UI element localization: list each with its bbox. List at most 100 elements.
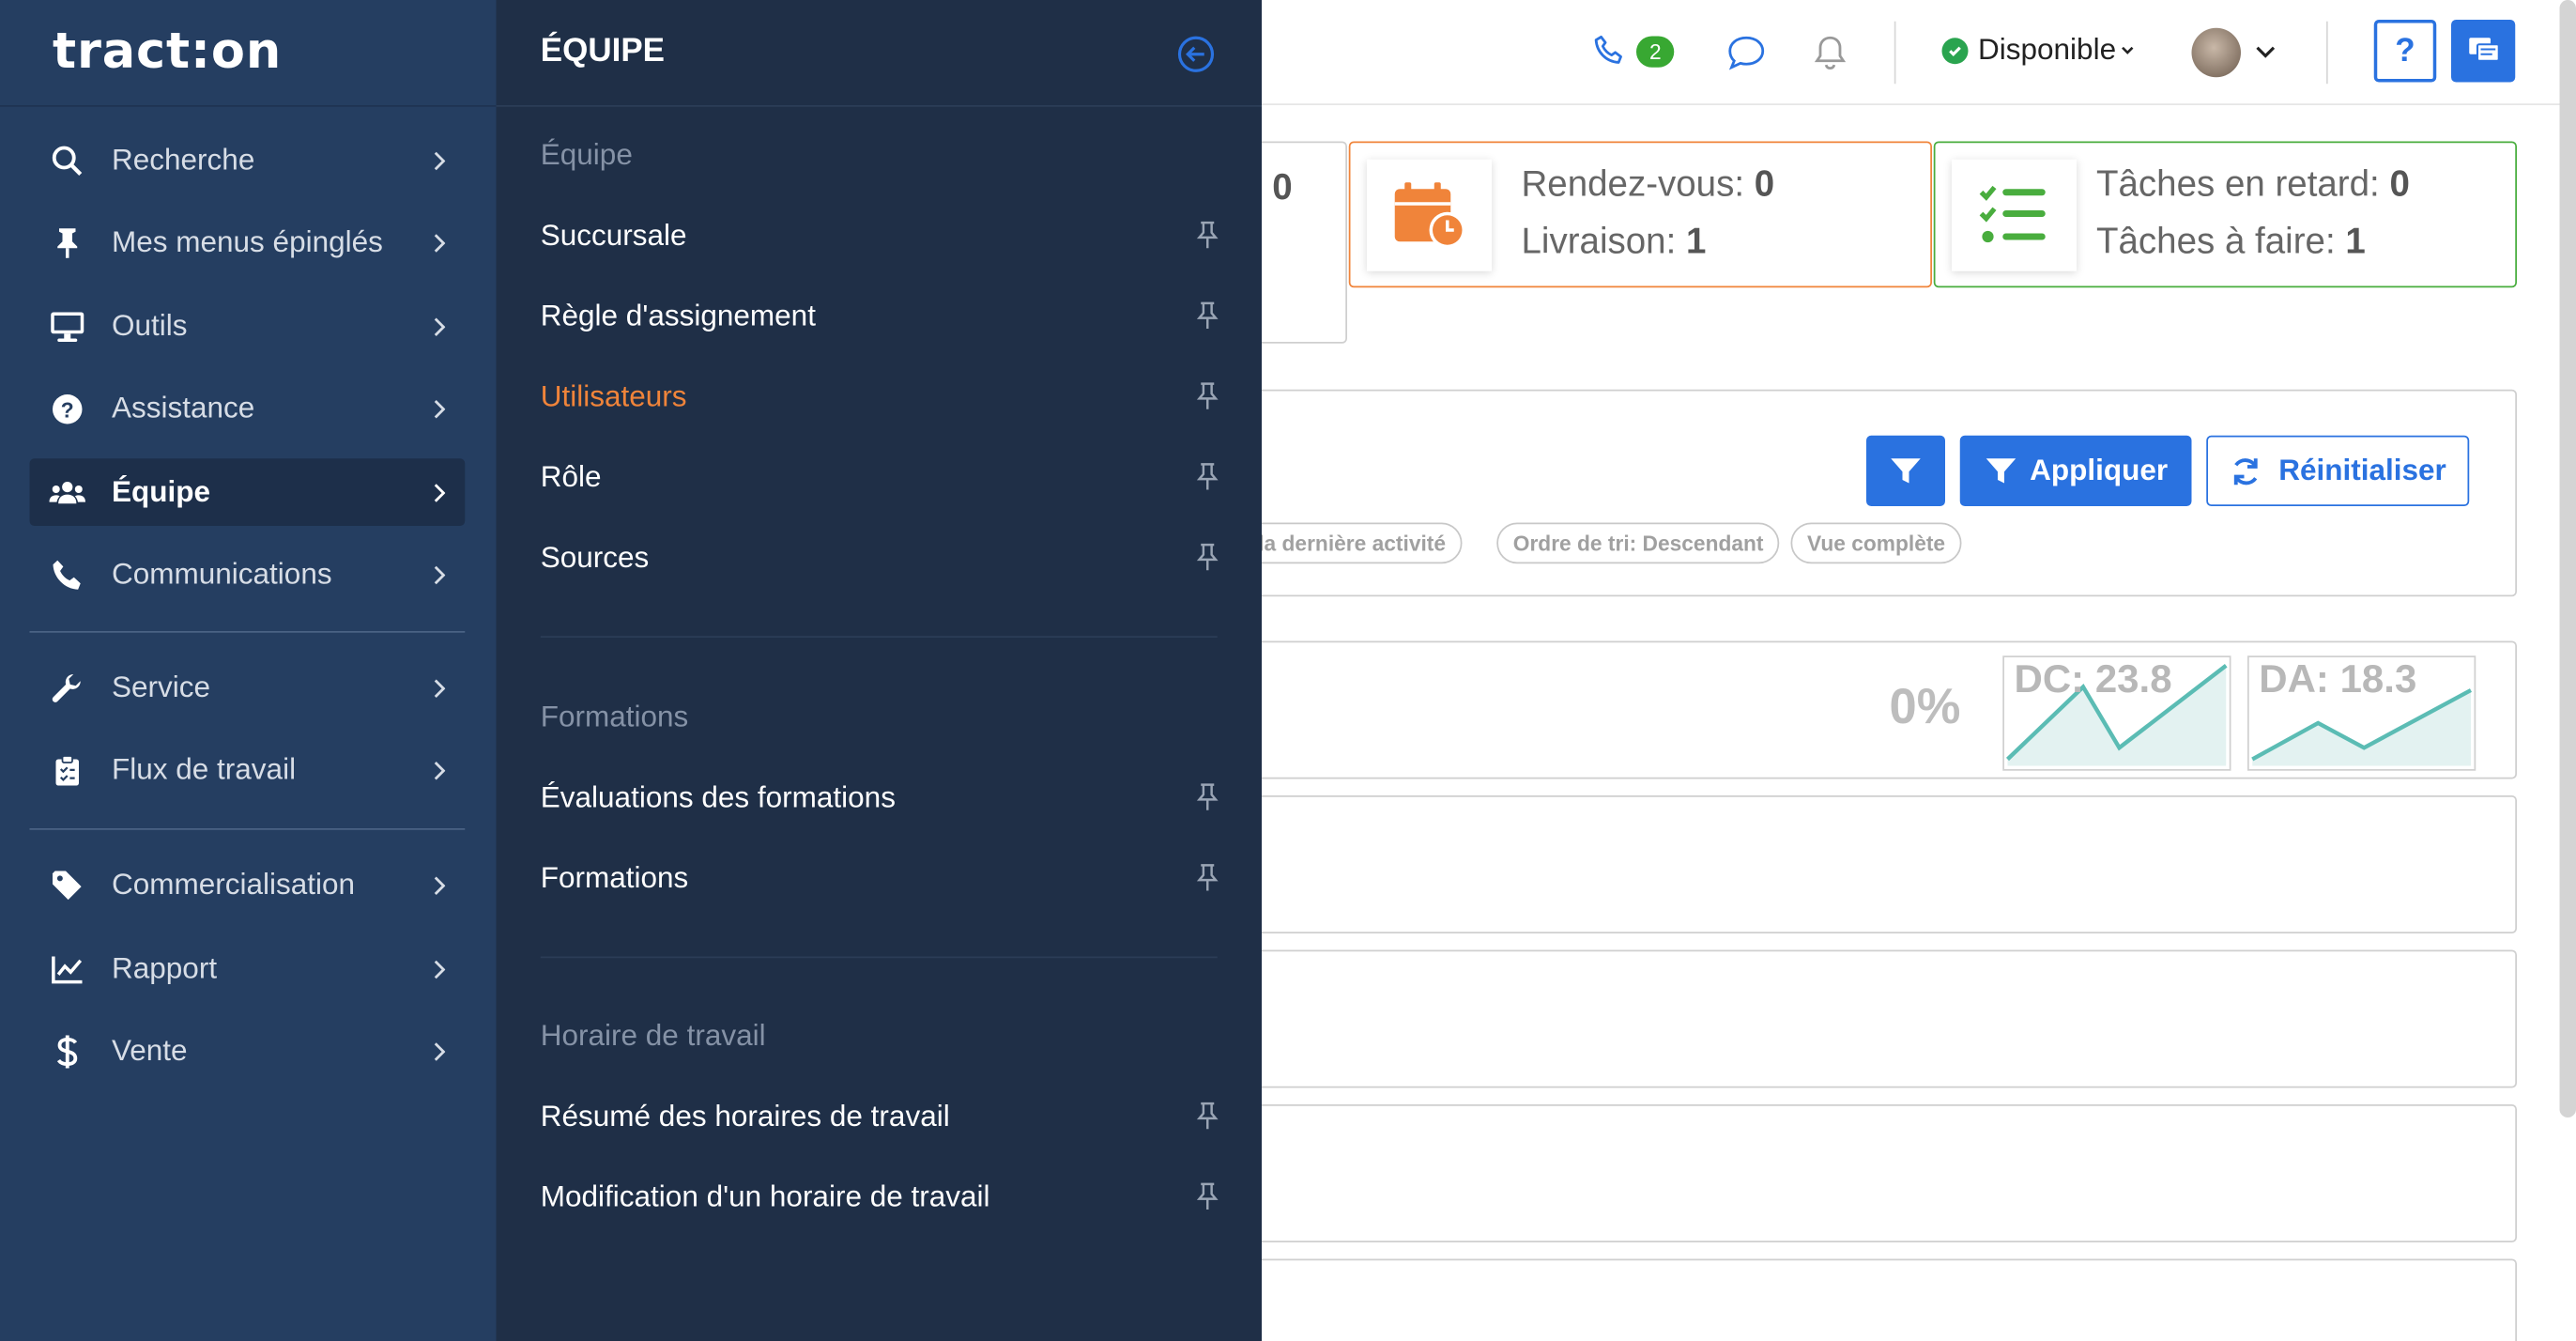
tasks-card[interactable]: Tâches en retard: 0 Tâches à faire: 1 <box>1933 141 2517 288</box>
late-tasks-value: 0 <box>2389 162 2410 204</box>
content-row <box>1216 1104 2517 1242</box>
sidebar-divider <box>29 631 466 633</box>
chevron-right-icon <box>432 483 452 502</box>
sidebar-item-communications[interactable]: Communications <box>30 541 466 609</box>
help-icon: ? <box>2395 32 2415 69</box>
topbar-divider <box>1894 21 1896 85</box>
filter-button[interactable] <box>1866 435 1945 506</box>
flyout-item-evaluations-formations[interactable]: Évaluations des formations <box>541 773 1222 823</box>
pin-icon[interactable] <box>1193 219 1223 252</box>
svg-text:?: ? <box>61 397 74 422</box>
filter-chip[interactable]: Vue complète <box>1790 522 1962 564</box>
sidebar-item-label: Vente <box>112 1033 188 1067</box>
sidebar-item-label: Rapport <box>112 951 218 985</box>
pin-icon[interactable] <box>1193 300 1223 332</box>
flyout-item-label: Sources <box>540 539 650 573</box>
content-row <box>1216 795 2517 933</box>
phone-icon <box>50 556 86 593</box>
sidebar-item-vente[interactable]: Vente <box>30 1017 466 1085</box>
sidebar-item-service[interactable]: Service <box>30 655 466 722</box>
flyout-item-modification-horaire[interactable]: Modification d'un horaire de travail <box>541 1172 1222 1222</box>
sidebar-item-recherche[interactable]: Recherche <box>30 127 466 194</box>
avatar <box>2191 27 2241 78</box>
apply-button[interactable]: Appliquer <box>1959 435 2192 506</box>
sidebar-item-label: Mes menus épinglés <box>112 224 383 258</box>
flyout-item-utilisateurs[interactable]: Utilisateurs <box>541 372 1222 422</box>
status-dropdown[interactable]: Disponible <box>1941 33 2137 68</box>
status-check-icon <box>1941 37 1969 64</box>
topbar-divider <box>2326 21 2328 85</box>
delivery-value: 1 <box>1685 220 1707 262</box>
sidebar-item-label: Assistance <box>112 391 255 424</box>
flyout-item-label: Modification d'un horaire de travail <box>540 1179 990 1212</box>
dc-sparkline: DC: 23.8 <box>2002 655 2231 771</box>
flyout-divider <box>540 636 1218 638</box>
chevron-right-icon <box>432 233 452 253</box>
flyout-item-succursale[interactable]: Succursale <box>541 210 1222 260</box>
delivery-label: Livraison: <box>1521 220 1677 262</box>
sidebar-item-label: Équipe <box>112 474 211 508</box>
pin-icon[interactable] <box>1193 1180 1223 1213</box>
calls-badge: 2 <box>1636 35 1675 67</box>
sidebar-item-commercialisation[interactable]: Commercialisation <box>30 852 466 919</box>
notifications-button[interactable] <box>1812 33 1848 72</box>
sidebar-item-assistance[interactable]: ? Assistance <box>30 375 466 442</box>
chevron-right-icon <box>432 760 452 779</box>
user-menu[interactable] <box>2191 27 2277 78</box>
chevron-right-icon <box>432 678 452 698</box>
reset-button[interactable]: Réinitialiser <box>2206 435 2470 506</box>
appointments-value: 0 <box>1754 162 1775 204</box>
sidebar-item-mes-menus-epingles[interactable]: Mes menus épinglés <box>30 208 466 276</box>
question-circle-icon: ? <box>50 391 86 427</box>
flyout-item-regle-assignement[interactable]: Règle d'assignement <box>541 291 1222 341</box>
pin-icon[interactable] <box>1193 861 1223 894</box>
chat-icon <box>2468 38 2499 62</box>
chevron-right-icon <box>432 398 452 418</box>
filter-chip[interactable]: Ordre de tri: Descendant <box>1496 522 1781 564</box>
sidebar-item-label: Service <box>112 670 211 703</box>
flyout-section-heading: Formations <box>540 700 689 733</box>
help-button[interactable]: ? <box>2373 20 2437 83</box>
flyout-item-label: Succursale <box>540 217 687 251</box>
pin-icon[interactable] <box>1193 1100 1223 1133</box>
todo-tasks-label: Tâches à faire: <box>2096 220 2336 262</box>
appointments-label: Rendez-vous: <box>1521 162 1745 204</box>
pin-icon[interactable] <box>1193 541 1223 574</box>
sidebar-item-flux-de-travail[interactable]: Flux de travail <box>30 736 466 804</box>
phone-icon <box>1594 35 1622 64</box>
traction-logo[interactable]: tract:on <box>53 23 282 81</box>
tag-icon <box>50 867 86 903</box>
pin-icon[interactable] <box>1193 780 1223 813</box>
pin-icon[interactable] <box>1193 460 1223 493</box>
chevron-right-icon <box>432 959 452 979</box>
reset-label: Réinitialiser <box>2278 454 2446 486</box>
pin-icon[interactable] <box>1193 379 1223 412</box>
task-list-icon <box>1952 159 2077 271</box>
flyout-item-formations[interactable]: Formations <box>541 853 1222 902</box>
messages-button[interactable] <box>1725 33 1769 72</box>
page-scrollbar[interactable] <box>2559 0 2576 1118</box>
equipe-flyout-menu: ÉQUIPE Équipe Succursale Règle d'assigne… <box>496 0 1262 1341</box>
flyout-item-resume-horaires[interactable]: Résumé des horaires de travail <box>541 1091 1222 1141</box>
flyout-section-heading: Horaire de travail <box>540 1019 766 1052</box>
chat-button[interactable] <box>2451 20 2516 83</box>
sidebar-item-outils[interactable]: Outils <box>30 293 466 361</box>
late-tasks-label: Tâches en retard: <box>2096 162 2380 204</box>
calendar-clock-icon <box>1367 159 1492 271</box>
sidebar-item-rapport[interactable]: Rapport <box>30 935 466 1003</box>
da-sparkline: DA: 18.3 <box>2247 655 2476 771</box>
sidebar-item-equipe[interactable]: Équipe <box>29 458 466 526</box>
chevron-right-icon <box>432 564 452 584</box>
flyout-item-role[interactable]: Rôle <box>541 452 1222 501</box>
da-label: DA: 18.3 <box>2259 657 2417 702</box>
content-row <box>1216 949 2517 1088</box>
sidebar-divider <box>0 105 497 107</box>
appointments-card[interactable]: Rendez-vous: 0 Livraison: 1 <box>1348 141 1932 288</box>
flyout-item-label: Règle d'assignement <box>540 298 816 331</box>
flyout-item-sources[interactable]: Sources <box>541 532 1222 582</box>
back-arrow-icon[interactable] <box>1176 35 1216 74</box>
flyout-item-label: Formations <box>540 860 689 894</box>
chevron-down-icon <box>2122 45 2134 54</box>
calls-indicator[interactable]: 2 <box>1590 31 1675 70</box>
sidebar-divider <box>29 828 466 830</box>
